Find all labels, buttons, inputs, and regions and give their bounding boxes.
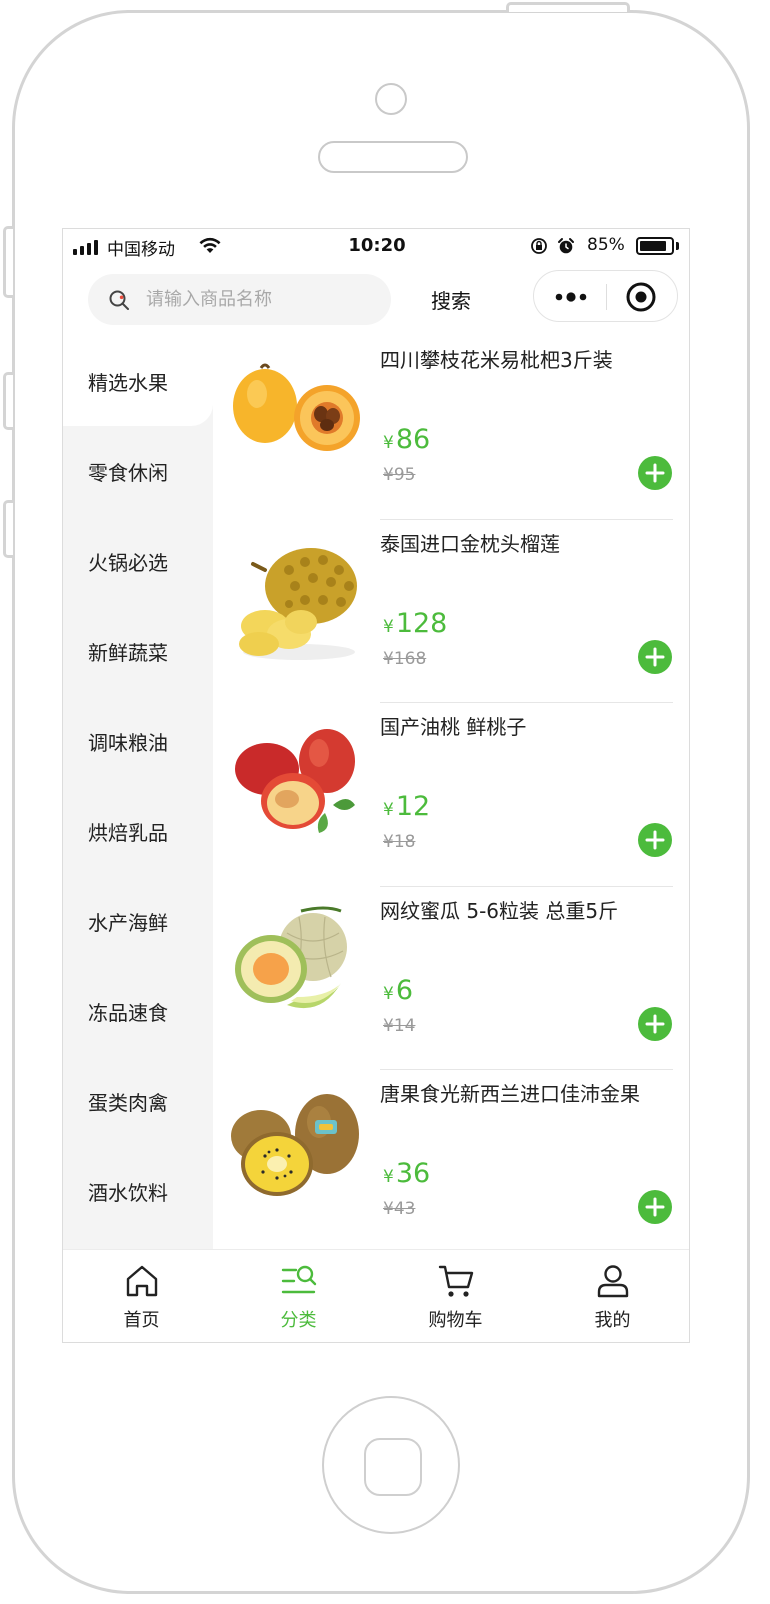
category-label: 水产海鲜 (88, 910, 168, 935)
power-button (506, 2, 630, 12)
category-label: 冻品速食 (88, 1000, 168, 1025)
product-name: 泰国进口金枕头榴莲 (380, 531, 560, 556)
home-icon (126, 1265, 157, 1297)
original-price: ¥14 (383, 1015, 416, 1036)
status-bar: 中国移动 10:20 85% (63, 229, 689, 265)
product-card[interactable]: 网纹蜜瓜 5-6粒装 总重5斤 ¥6 ¥14 (213, 887, 689, 1070)
battery-tip (676, 242, 679, 250)
product-name: 唐果食光新西兰进口佳沛金果 (380, 1082, 640, 1106)
search-input[interactable] (144, 288, 364, 311)
search-icon (109, 290, 129, 310)
add-to-cart-icon[interactable] (638, 456, 672, 490)
add-to-cart-icon[interactable] (638, 639, 672, 674)
tab-label: 我的 (594, 1310, 631, 1331)
tab-label: 首页 (123, 1310, 160, 1331)
category-label: 酒水饮料 (88, 1180, 168, 1205)
category-label: 零食休闲 (88, 460, 168, 485)
category-item-bakery-dairy[interactable]: 烘焙乳品 (63, 786, 213, 876)
battery-icon (636, 237, 674, 255)
kiwi-image (231, 1094, 359, 1196)
category-label: 蛋类肉禽 (88, 1090, 168, 1115)
category-item-eggs-meat[interactable]: 蛋类肉禽 (63, 1056, 213, 1146)
home-button-square (364, 1438, 422, 1496)
tab-label: 分类 (280, 1310, 317, 1331)
category-item-drinks[interactable]: 酒水饮料 (63, 1146, 213, 1236)
add-to-cart-icon[interactable] (638, 1190, 672, 1224)
close-miniprogram-icon[interactable] (625, 281, 657, 313)
category-item-seafood[interactable]: 水产海鲜 (63, 876, 213, 966)
battery-percentage: 85% (587, 235, 625, 255)
currency-symbol: ¥ (383, 1167, 394, 1187)
tab-category[interactable]: 分类 (220, 1250, 377, 1342)
original-price: ¥95 (383, 465, 416, 485)
product-name: 四川攀枝花米易枇杷3斤装 (380, 348, 613, 372)
search-bar[interactable] (88, 274, 391, 325)
product-card[interactable]: 国产油桃 鲜桃子 ¥12 ¥18 (213, 703, 689, 887)
price-value: 36 (395, 1158, 431, 1189)
cart-icon (438, 1265, 473, 1297)
category-sidebar: 精选水果 零食休闲 火锅必选 新鲜蔬菜 调味粮油 烘焙乳品 水产海鲜 冻品速食 … (63, 336, 213, 1249)
home-button[interactable] (322, 1396, 460, 1534)
price-value: 12 (395, 791, 431, 822)
category-item-snacks[interactable]: 零食休闲 (63, 426, 213, 516)
volume-up-button (3, 372, 13, 430)
category-item-fruit[interactable]: 精选水果 (63, 336, 213, 426)
volume-down-button (3, 500, 13, 558)
currency-symbol: ¥ (383, 433, 394, 453)
category-label: 调味粮油 (88, 730, 168, 755)
category-label: 火锅必选 (88, 550, 168, 575)
category-icon (281, 1265, 316, 1294)
tab-label: 购物车 (428, 1310, 483, 1331)
mute-switch (3, 226, 13, 298)
add-to-cart-icon[interactable] (638, 1006, 672, 1041)
rotation-lock-icon (531, 238, 547, 254)
loquat-image (233, 363, 360, 451)
tab-cart[interactable]: 购物车 (377, 1250, 534, 1342)
price-value: 86 (395, 424, 431, 455)
product-card[interactable]: 泰国进口金枕头榴莲 ¥128 ¥168 (213, 520, 689, 703)
original-price: ¥18 (383, 832, 416, 852)
product-card[interactable]: 四川攀枝花米易枇杷3斤装 ¥86 ¥95 (213, 336, 689, 520)
product-price: ¥12 (383, 791, 430, 822)
category-label: 烘焙乳品 (88, 820, 168, 845)
app-screen: 中国移动 10:20 85% 搜索 (62, 228, 690, 1343)
product-list: 四川攀枝花米易枇杷3斤装 ¥86 ¥95 泰国进口金枕头榴莲 ¥128 ¥168… (213, 336, 689, 1249)
user-icon (597, 1265, 628, 1298)
battery-level-fill (640, 241, 666, 251)
bottom-tab-bar: 首页 分类 购物车 我的 (63, 1249, 689, 1342)
product-price: ¥86 (383, 424, 430, 455)
front-camera (375, 83, 407, 115)
category-item-vegetables[interactable]: 新鲜蔬菜 (63, 606, 213, 696)
category-item-condiments[interactable]: 调味粮油 (63, 696, 213, 786)
capsule-divider (606, 284, 607, 310)
original-price: ¥168 (383, 648, 427, 669)
category-label: 新鲜蔬菜 (88, 640, 168, 665)
category-item-hotpot[interactable]: 火锅必选 (63, 516, 213, 606)
product-name: 网纹蜜瓜 5-6粒装 总重5斤 (380, 898, 619, 923)
miniprogram-capsule (533, 270, 678, 322)
currency-symbol: ¥ (383, 800, 394, 820)
more-options-icon[interactable] (552, 288, 590, 306)
search-button[interactable]: 搜索 (431, 285, 471, 314)
melon-image (235, 906, 347, 1008)
nectarine-image (235, 729, 355, 833)
category-label: 精选水果 (88, 370, 168, 395)
original-price: ¥43 (383, 1199, 416, 1219)
product-price: ¥6 (383, 975, 413, 1006)
product-price: ¥36 (383, 1158, 430, 1189)
product-card[interactable]: 唐果食光新西兰进口佳沛金果 ¥36 ¥43 (213, 1070, 689, 1249)
price-value: 6 (395, 974, 414, 1006)
product-name: 国产油桃 鲜桃子 (380, 715, 527, 739)
earpiece-speaker (318, 141, 468, 173)
tab-profile[interactable]: 我的 (534, 1250, 689, 1342)
currency-symbol: ¥ (383, 616, 394, 637)
durian-image (239, 547, 357, 660)
add-to-cart-icon[interactable] (638, 823, 672, 857)
category-item-frozen[interactable]: 冻品速食 (63, 966, 213, 1056)
price-value: 128 (395, 607, 448, 639)
currency-symbol: ¥ (383, 983, 394, 1004)
alarm-icon (558, 238, 574, 254)
product-price: ¥128 (383, 608, 447, 639)
tab-home[interactable]: 首页 (63, 1250, 220, 1342)
